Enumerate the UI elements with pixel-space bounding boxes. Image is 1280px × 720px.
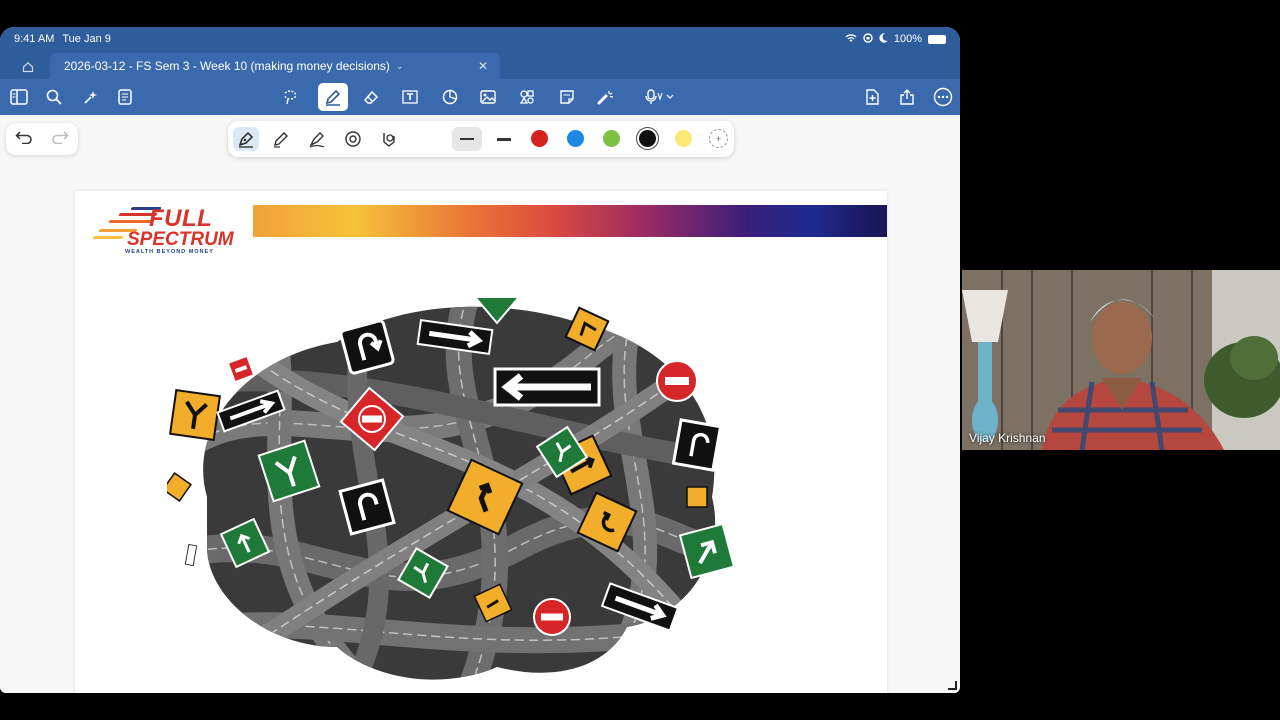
elements-icon[interactable]: [514, 85, 540, 109]
laser-pointer-icon[interactable]: [593, 85, 619, 109]
color-swatch-blue[interactable]: [567, 130, 584, 147]
participant-video-feed: [962, 270, 1280, 450]
thick-stroke-width[interactable]: [489, 127, 519, 151]
microphone-icon[interactable]: [640, 85, 678, 109]
add-page-icon[interactable]: [859, 85, 885, 109]
wifi-icon: [845, 33, 857, 46]
image-icon[interactable]: [475, 85, 501, 109]
stabilizer-icon[interactable]: [376, 127, 402, 151]
color-swatch-red[interactable]: [531, 130, 548, 147]
share-icon[interactable]: [894, 85, 920, 109]
lasso-icon[interactable]: [277, 85, 303, 109]
undo-redo-group: [6, 123, 78, 155]
ipad-screen: 9:41 AM Tue Jan 9 100% 2026-03-12 - FS S…: [0, 27, 960, 693]
logo-text-spectrum: SPECTRUM: [127, 229, 234, 250]
slide-image: FULL SPECTRUM WEALTH BEYOND MONEY: [75, 191, 887, 693]
pen-palette: +: [228, 121, 734, 157]
status-bar: 9:41 AM Tue Jan 9 100%: [0, 27, 960, 51]
orientation-lock-icon: [863, 32, 873, 46]
note-canvas[interactable]: + FULL SPECTRUM WEALTH BEYOND MONEY: [0, 115, 960, 693]
pen-icon[interactable]: [318, 83, 348, 111]
document-tab-title: 2026-03-12 - FS Sem 3 - Week 10 (making …: [64, 59, 390, 73]
close-tab-icon[interactable]: ✕: [478, 59, 488, 73]
color-swatch-black[interactable]: [639, 130, 656, 147]
document-tab[interactable]: 2026-03-12 - FS Sem 3 - Week 10 (making …: [50, 53, 500, 79]
sticky-note-icon[interactable]: [554, 85, 580, 109]
resize-corner-icon[interactable]: [944, 677, 958, 691]
status-date: Tue Jan 9: [62, 33, 111, 45]
search-icon[interactable]: [41, 85, 67, 109]
participant-name-label: Vijay Krishnan: [969, 431, 1046, 445]
sparkle-icon[interactable]: [77, 85, 103, 109]
sidebar-icon[interactable]: [6, 85, 32, 109]
battery-percentage: 100%: [893, 33, 922, 45]
fountain-pen-icon[interactable]: [233, 127, 259, 151]
color-swatch-yellow[interactable]: [675, 130, 692, 147]
add-color-icon[interactable]: +: [709, 129, 728, 148]
brush-pen-icon[interactable]: [304, 127, 330, 151]
textbox-icon[interactable]: [397, 85, 423, 109]
ball-pen-icon[interactable]: [268, 127, 294, 151]
full-spectrum-logo: FULL SPECTRUM WEALTH BEYOND MONEY: [91, 203, 247, 259]
home-tab-icon[interactable]: [14, 55, 42, 79]
tangled-road-brain-illustration: [167, 297, 736, 680]
participant-video-tile[interactable]: Vijay Krishnan: [962, 270, 1280, 450]
shape-tool-icon[interactable]: [340, 127, 366, 151]
thin-stroke-width[interactable]: [452, 127, 482, 151]
battery-icon: [928, 34, 946, 44]
status-time: 9:41 AM: [14, 33, 55, 45]
chevron-down-icon[interactable]: ⌄: [396, 61, 404, 72]
screen-share-stage: 9:41 AM Tue Jan 9 100% 2026-03-12 - FS S…: [0, 0, 1280, 720]
redo-icon[interactable]: [51, 130, 69, 149]
logo-tagline: WEALTH BEYOND MONEY: [125, 249, 214, 255]
shape-icon[interactable]: [437, 85, 463, 109]
spectrum-gradient-banner: [253, 205, 887, 237]
eraser-icon[interactable]: [358, 85, 384, 109]
undo-icon[interactable]: [15, 130, 33, 149]
more-icon[interactable]: [930, 85, 956, 109]
tab-bar: 2026-03-12 - FS Sem 3 - Week 10 (making …: [0, 51, 960, 79]
document-icon[interactable]: [112, 85, 138, 109]
color-swatch-green[interactable]: [603, 130, 620, 147]
moon-icon: [879, 32, 888, 46]
main-toolbar: [0, 79, 960, 115]
